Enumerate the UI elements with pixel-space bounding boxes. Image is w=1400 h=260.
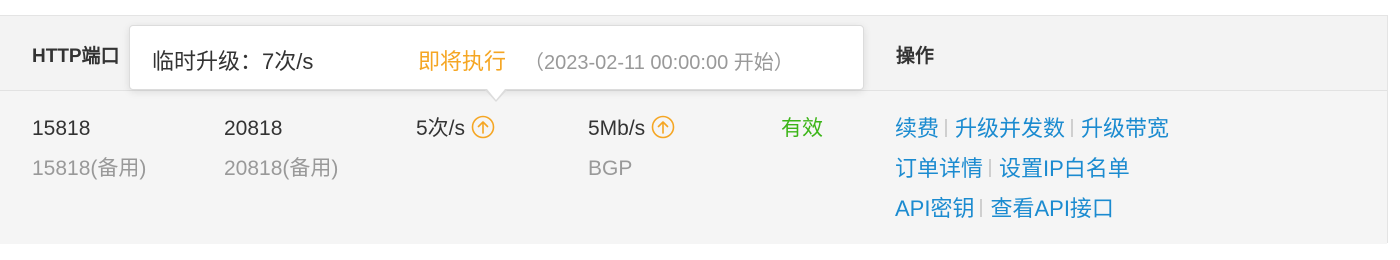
tooltip-time: （2023-02-11 00:00:00 开始）	[524, 52, 794, 74]
divider	[980, 199, 983, 217]
header-http-port: HTTP端口	[32, 46, 120, 67]
http-port-cell: 15818 15818(备用)	[32, 109, 146, 189]
socks-port: 20818	[224, 117, 283, 140]
tooltip-arrow-inner	[487, 89, 505, 100]
table-row: 15818 15818(备用) 20818 20818(备用) 5次/s 5Mb…	[0, 91, 1387, 244]
order-details-link[interactable]: 订单详情	[895, 156, 983, 181]
header-actions: 操作	[896, 46, 935, 67]
api-key-link[interactable]: API密钥	[895, 196, 974, 221]
divider	[989, 159, 992, 177]
ip-whitelist-link[interactable]: 设置IP白名单	[999, 156, 1130, 181]
http-port-backup: 15818(备用)	[32, 157, 147, 180]
view-api-link[interactable]: 查看API接口	[990, 196, 1113, 221]
upgrade-tooltip: 临时升级：7次/s 即将执行 （2023-02-11 00:00:00 开始）	[129, 25, 864, 102]
tooltip-temp-upgrade: 临时升级：7次/s	[152, 49, 314, 74]
concurrency-cell: 5次/s	[416, 109, 495, 149]
upgrade-bandwidth-link[interactable]: 升级带宽	[1081, 116, 1169, 141]
socks-port-backup: 20818(备用)	[224, 157, 339, 180]
tooltip-status: 即将执行	[418, 49, 507, 74]
bandwidth-cell: 5Mb/s BGP	[588, 109, 675, 189]
divider	[945, 119, 948, 137]
concurrency-value: 5次/s	[416, 117, 466, 140]
line-type: BGP	[588, 157, 633, 180]
socks-port-cell: 20818 20818(备用)	[224, 109, 338, 189]
arrow-up-circle-icon[interactable]	[651, 113, 675, 139]
divider	[1071, 119, 1074, 137]
arrow-up-circle-icon[interactable]	[471, 113, 495, 139]
actions-cell: 续费 升级并发数 升级带宽 订单详情 设置IP白名单 API密钥 查看API接口	[895, 109, 1169, 229]
renew-link[interactable]: 续费	[895, 116, 939, 141]
bandwidth-value: 5Mb/s	[588, 117, 646, 140]
http-port: 15818	[32, 117, 91, 140]
upgrade-concurrency-link[interactable]: 升级并发数	[955, 116, 1065, 141]
status-badge: 有效	[781, 117, 823, 140]
